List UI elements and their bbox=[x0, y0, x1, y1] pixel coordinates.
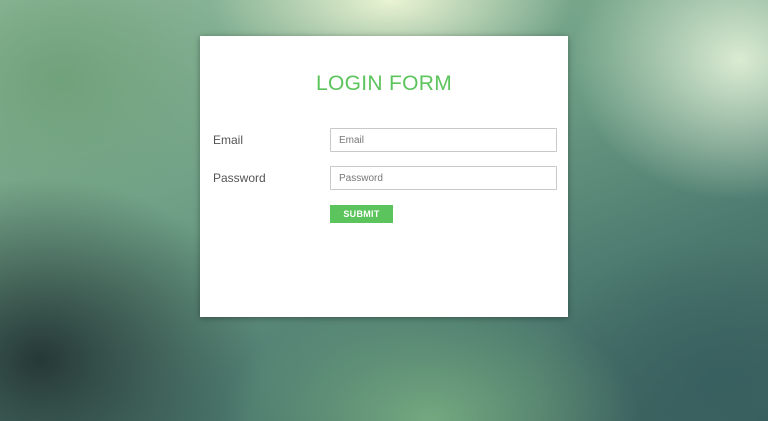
submit-button[interactable]: SUBMIT bbox=[330, 205, 393, 223]
login-card: LOGIN FORM Email Password SUBMIT bbox=[200, 36, 568, 317]
password-label: Password bbox=[213, 171, 266, 185]
form-title: LOGIN FORM bbox=[315, 72, 452, 95]
email-input[interactable] bbox=[330, 128, 557, 152]
password-input[interactable] bbox=[330, 166, 557, 190]
email-label: Email bbox=[213, 133, 244, 147]
